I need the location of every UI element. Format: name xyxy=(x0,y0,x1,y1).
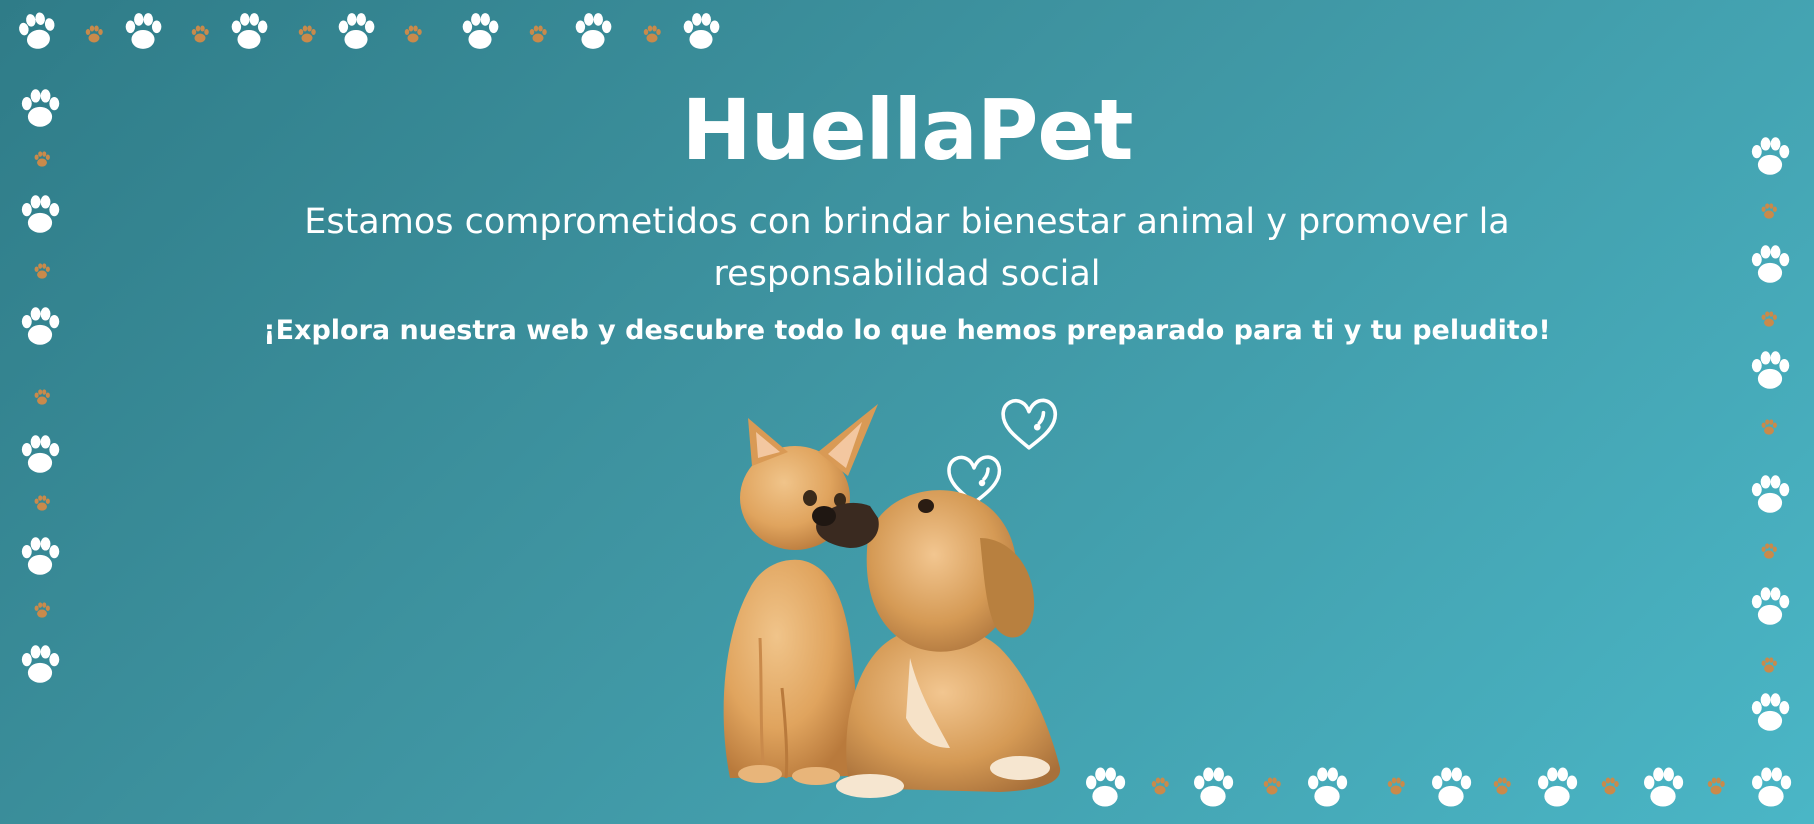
paw-print-icon xyxy=(1538,767,1578,807)
paw-print-icon xyxy=(575,13,612,49)
paw-print-icon xyxy=(34,263,50,279)
paw-print-icon xyxy=(1751,351,1790,389)
paw-print-icon xyxy=(1751,245,1790,283)
kitten-and-puppy-image xyxy=(723,404,1061,798)
paw-print-icon xyxy=(1707,777,1725,795)
paw-print-icon xyxy=(231,13,268,49)
hero-banner: HuellaPet Estamos comprometidos con brin… xyxy=(0,0,1814,824)
paw-print-icon xyxy=(1761,203,1777,219)
paw-print-icon xyxy=(529,25,547,43)
paw-print-icon xyxy=(1644,767,1684,807)
paw-print-icon xyxy=(1752,767,1792,807)
paw-print-icon xyxy=(21,537,60,575)
paw-print-icon xyxy=(1151,777,1169,795)
paw-print-icon xyxy=(191,25,209,43)
paw-print-icon xyxy=(643,25,661,43)
paw-print-icon xyxy=(298,25,316,43)
paw-print-icon xyxy=(1751,475,1790,513)
paw-print-icon xyxy=(1387,777,1405,795)
paw-print-icon xyxy=(683,13,720,49)
paw-print-icon xyxy=(1493,777,1511,795)
paw-print-icon xyxy=(1761,543,1777,559)
paw-print-icon xyxy=(21,645,60,683)
paw-print-icon xyxy=(1761,657,1777,673)
tagline: Estamos comprometidos con brindar bienes… xyxy=(304,202,1510,294)
paw-print-icon xyxy=(1601,777,1619,795)
paw-print-icon xyxy=(1432,767,1472,807)
paw-print-icon xyxy=(1194,767,1234,807)
paw-print-icon xyxy=(338,13,375,49)
paw-print-icon xyxy=(404,25,422,43)
explore-message: ¡Explora nuestra web y descubre todo lo … xyxy=(263,315,1551,346)
paw-print-icon xyxy=(85,25,103,43)
paw-print-icon xyxy=(462,13,499,49)
paw-print-icon xyxy=(1761,419,1777,435)
paw-print-icon xyxy=(1751,587,1790,625)
paw-print-icon xyxy=(125,13,162,49)
paw-print-icon xyxy=(1751,693,1790,731)
paw-print-icon xyxy=(34,495,50,511)
brand-title: HuellaPet xyxy=(681,81,1133,179)
paw-print-icon xyxy=(16,10,59,52)
paw-print-icon xyxy=(21,195,60,233)
paw-print-icon xyxy=(1308,767,1348,807)
paw-print-icon xyxy=(34,389,50,405)
paw-print-icon xyxy=(1263,777,1281,795)
paw-print-icon xyxy=(34,602,50,618)
paw-print-icon xyxy=(21,435,60,473)
